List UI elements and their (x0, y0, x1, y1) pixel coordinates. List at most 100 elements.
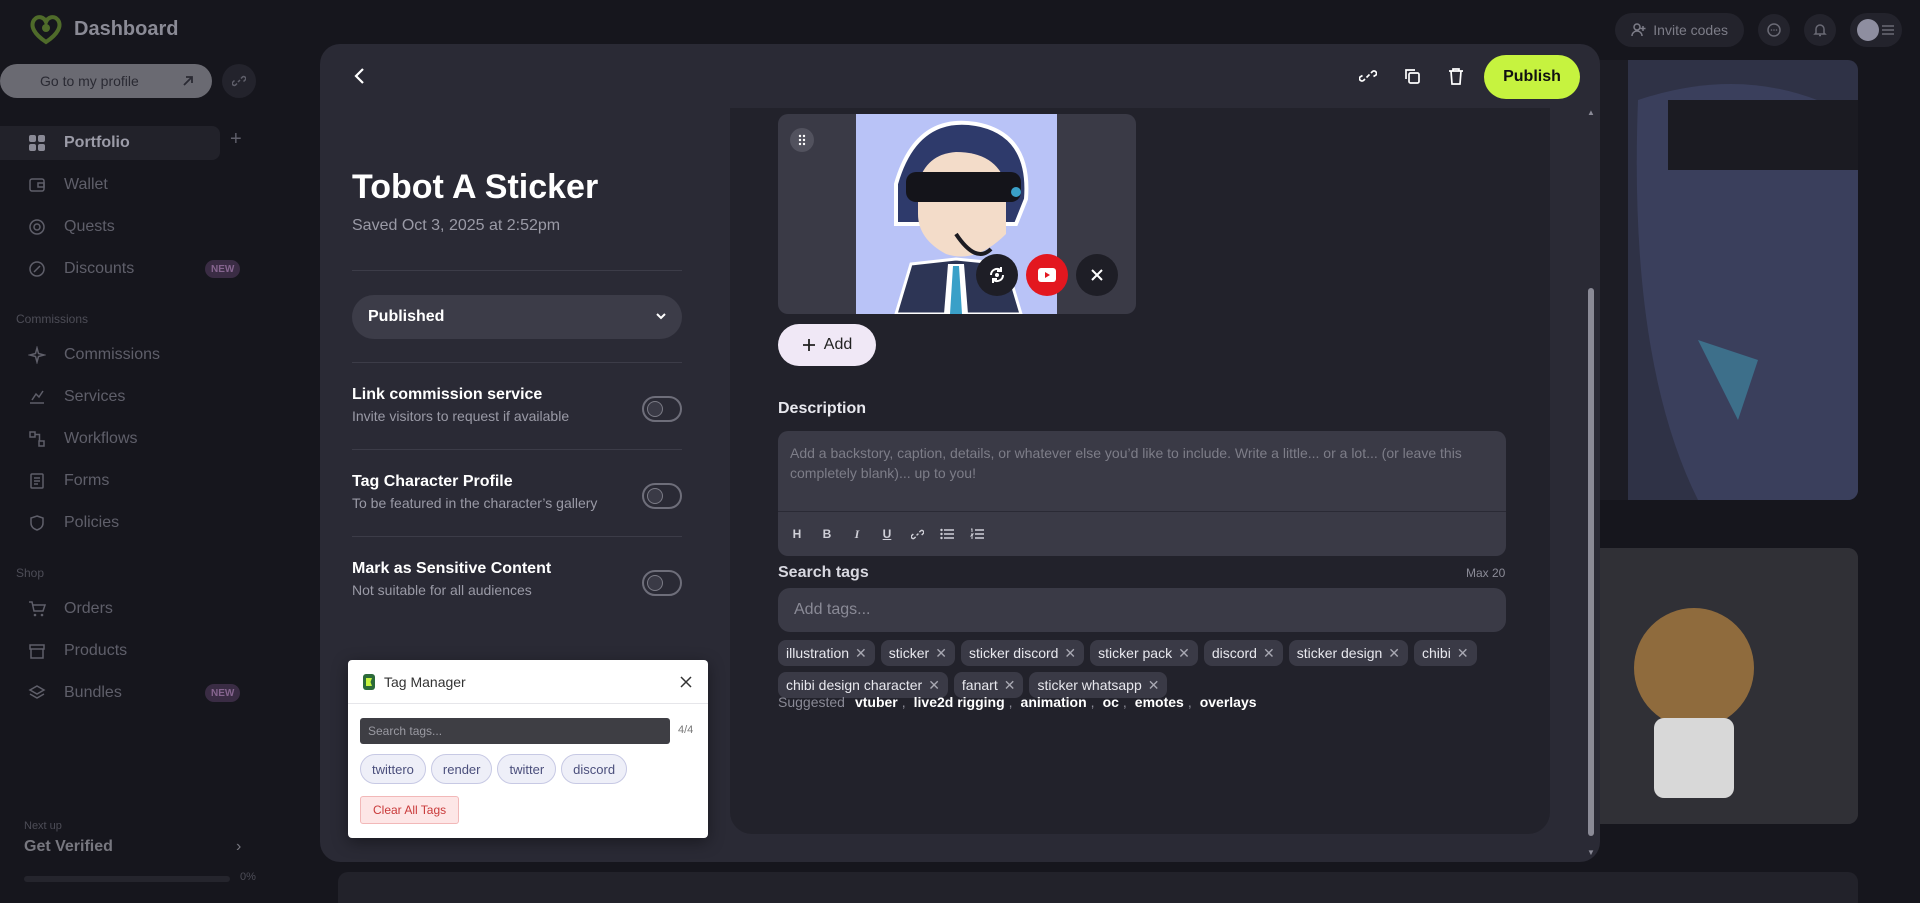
add-portfolio-button[interactable]: + (230, 128, 242, 151)
clear-all-tags-button[interactable]: Clear All Tags (360, 796, 460, 824)
sidebar-item-portfolio[interactable]: Portfolio (0, 126, 220, 160)
tag-character-toggle[interactable] (642, 483, 682, 509)
sidebar-item-label: Quests (64, 218, 115, 235)
scroll-thumb[interactable] (1588, 288, 1594, 836)
copy-icon (1405, 69, 1420, 84)
description-editor[interactable]: Add a backstory, caption, details, or wh… (778, 431, 1506, 556)
sensitive-content-toggle[interactable] (642, 570, 682, 596)
quests-icon (29, 219, 45, 235)
suggested-tag[interactable]: emotes (1135, 694, 1184, 710)
copy-link-button[interactable] (1354, 62, 1382, 90)
toggle-title: Mark as Sensitive Content (352, 560, 552, 577)
remove-tag-icon[interactable]: ✕ (1148, 677, 1160, 694)
tag-chip-label: fanart (961, 677, 998, 693)
numbered-list-button[interactable] (968, 525, 986, 543)
progress-percent: 0% (240, 871, 256, 883)
heading-button[interactable]: H (788, 525, 806, 543)
portfolio-card[interactable] (338, 872, 1858, 903)
new-badge: NEW (205, 260, 241, 278)
delete-button[interactable] (1442, 62, 1470, 90)
bold-button[interactable]: B (818, 525, 836, 543)
toggle-subtitle: Not suitable for all audiences (352, 582, 532, 598)
scroll-down-arrow[interactable]: ▼ (1586, 848, 1596, 858)
discount-icon (29, 261, 45, 277)
description-label: Description (778, 400, 867, 417)
suggested-tag[interactable]: vtuber (855, 694, 898, 710)
chat-button[interactable] (1758, 14, 1790, 46)
logo-icon (30, 15, 62, 45)
remove-tag-icon[interactable]: ✕ (855, 645, 867, 662)
drag-handle-icon[interactable] (790, 128, 814, 152)
tag-manager-search-input[interactable]: Search tags... (360, 718, 670, 744)
link-button[interactable] (908, 525, 926, 543)
publish-button[interactable]: Publish (1484, 55, 1580, 99)
suggested-label: Suggested (778, 694, 845, 710)
sidebar-item-products[interactable]: Products (0, 634, 250, 668)
suggested-tags: Suggested vtuber, live2d rigging, animatio… (778, 694, 1257, 710)
services-icon (30, 390, 44, 404)
notifications-button[interactable] (1804, 14, 1836, 46)
tag-manager-chip[interactable]: twitter (497, 754, 557, 784)
copy-profile-link-button[interactable] (222, 64, 256, 98)
tag-character-row: Tag Character Profile To be featured in … (352, 473, 682, 523)
tag-chip: sticker pack ✕ (1090, 640, 1198, 666)
bullet-list-button[interactable] (938, 525, 956, 543)
add-media-button[interactable]: Add (778, 324, 876, 366)
sidebar-item-policies[interactable]: Policies (0, 506, 250, 540)
suggested-separator: , (1090, 694, 1095, 710)
status-dropdown[interactable]: Published (352, 295, 682, 339)
tag-manager-chip[interactable]: twittero (360, 754, 426, 784)
modal-scrollbar[interactable]: ▲ ▼ (1586, 108, 1596, 857)
tag-chip-label: sticker discord (968, 645, 1059, 661)
tag-manager-title: Tag Manager (384, 673, 466, 690)
post-content-panel: Add Description Add a backstory, caption… (730, 108, 1550, 834)
modal-header: Publish (320, 44, 1600, 108)
remove-media-button[interactable] (1076, 254, 1118, 296)
sidebar-item-wallet[interactable]: Wallet (0, 168, 250, 202)
sidebar-item-quests[interactable]: Quests (0, 210, 250, 244)
tag-chip: chibi ✕ (1414, 640, 1477, 666)
tag-chip-label: chibi (1422, 645, 1451, 661)
remove-tag-icon[interactable]: ✕ (1457, 645, 1469, 662)
replace-media-button[interactable] (976, 254, 1018, 296)
remove-tag-icon[interactable]: ✕ (935, 645, 947, 662)
italic-button[interactable]: I (848, 525, 866, 543)
back-button[interactable] (346, 62, 374, 90)
remove-tag-icon[interactable]: ✕ (1064, 645, 1076, 662)
sidebar-item-workflows[interactable]: Workflows (0, 422, 250, 456)
sidebar-item-services[interactable]: Services (0, 380, 250, 414)
tag-manager-chip[interactable]: discord (561, 754, 628, 784)
remove-tag-icon[interactable]: ✕ (928, 677, 940, 694)
remove-tag-icon[interactable]: ✕ (1178, 645, 1190, 662)
sidebar-item-label: Discounts (64, 260, 135, 277)
remove-tag-icon[interactable]: ✕ (1388, 645, 1400, 662)
suggested-tag[interactable]: live2d rigging (914, 694, 1005, 710)
tag-manager-chip[interactable]: render (430, 754, 493, 784)
sidebar-item-commissions[interactable]: Commissions (0, 338, 250, 372)
tag-chip: sticker discord ✕ (960, 640, 1085, 666)
remove-tag-icon[interactable]: ✕ (1263, 645, 1275, 662)
link-commission-toggle[interactable] (642, 396, 682, 422)
suggested-tag[interactable]: oc (1103, 694, 1119, 710)
scroll-up-arrow[interactable]: ▲ (1586, 108, 1596, 118)
form-icon (30, 473, 44, 489)
go-to-profile-button[interactable]: Go to my profile (0, 64, 212, 98)
youtube-icon (1038, 268, 1056, 282)
suggested-tag[interactable]: overlays (1200, 694, 1257, 710)
youtube-embed-button[interactable] (1026, 254, 1068, 296)
brand[interactable]: Dashboard (26, 12, 178, 46)
add-tags-input[interactable]: Add tags... (778, 588, 1506, 632)
get-verified-link[interactable]: Get Verified (24, 838, 113, 856)
tag-count: 4/4 (678, 724, 694, 736)
duplicate-button[interactable] (1398, 62, 1426, 90)
underline-button[interactable]: U (878, 525, 896, 543)
sidebar-item-label: Orders (64, 600, 113, 617)
sidebar-item-forms[interactable]: Forms (0, 464, 250, 498)
invite-codes-button[interactable]: Invite codes (1615, 13, 1744, 47)
remove-tag-icon[interactable]: ✕ (1004, 677, 1016, 694)
sparkle-icon (28, 346, 46, 364)
suggested-tag[interactable]: animation (1021, 694, 1087, 710)
sidebar-item-orders[interactable]: Orders (0, 592, 250, 626)
tag-manager-close-button[interactable] (676, 672, 696, 692)
account-menu-button[interactable] (1850, 13, 1902, 47)
